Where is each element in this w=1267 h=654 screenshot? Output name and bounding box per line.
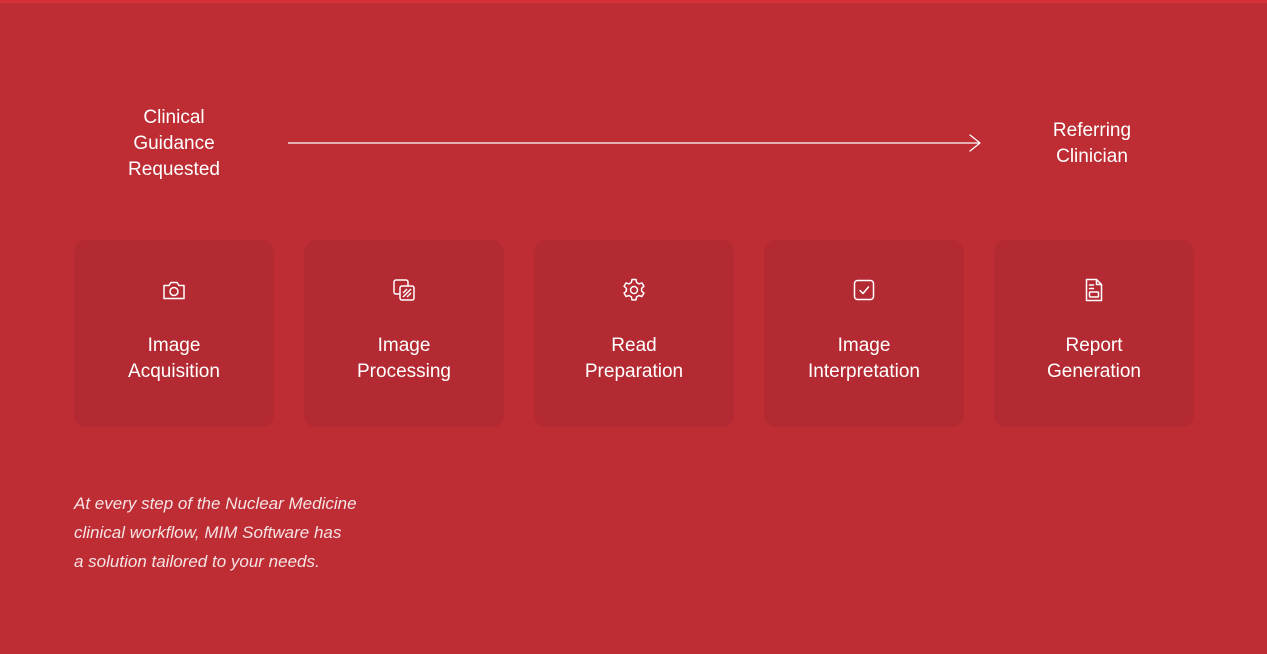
flow-end-line: Clinician	[1056, 146, 1128, 167]
document-icon	[1080, 276, 1108, 304]
step-label-line: Interpretation	[808, 361, 920, 382]
step-label-line: Processing	[357, 361, 451, 382]
step-label-line: Image	[377, 335, 431, 356]
step-image-processing: Image Processing	[304, 240, 504, 427]
tagline-line: a solution tailored to your needs.	[74, 552, 320, 571]
tagline-line: At every step of the Nuclear Medicine	[74, 494, 357, 513]
step-label: Image Acquisition	[74, 333, 274, 385]
flow-arrow-icon	[288, 134, 981, 152]
flow-start-label: Clinical Guidance Requested	[94, 105, 254, 183]
step-image-acquisition: Image Acquisition	[74, 240, 274, 427]
step-label-line: Image	[147, 335, 201, 356]
workflow-steps: Image Acquisition Image Processing Read …	[74, 240, 1194, 427]
step-label: Image Processing	[304, 333, 504, 385]
flow-end-label: Referring Clinician	[1012, 118, 1172, 170]
flow-start-line: Requested	[128, 159, 220, 180]
checkbox-icon	[850, 276, 878, 304]
gear-icon	[620, 276, 648, 304]
step-label-line: Image	[837, 335, 891, 356]
step-label-line: Acquisition	[128, 361, 220, 382]
step-label-line: Preparation	[584, 361, 684, 382]
step-label-line: Report	[1065, 335, 1123, 356]
flow-start-line: Clinical	[143, 107, 205, 128]
step-label: Report Generation	[994, 333, 1194, 385]
step-label: Read Preparation	[534, 333, 734, 385]
flow-end-line: Referring	[1052, 120, 1132, 141]
step-read-preparation: Read Preparation	[534, 240, 734, 427]
step-report-generation: Report Generation	[994, 240, 1194, 427]
layers-icon	[390, 276, 418, 304]
step-label-line: Read	[611, 335, 657, 356]
camera-icon	[160, 276, 188, 304]
step-label-line: Generation	[1046, 361, 1141, 382]
step-image-interpretation: Image Interpretation	[764, 240, 964, 427]
step-label: Image Interpretation	[764, 333, 964, 385]
tagline: At every step of the Nuclear Medicine cl…	[74, 489, 454, 576]
top-accent-rule	[0, 0, 1267, 3]
tagline-line: clinical workflow, MIM Software has	[74, 523, 342, 542]
flow-start-line: Guidance	[133, 133, 215, 154]
